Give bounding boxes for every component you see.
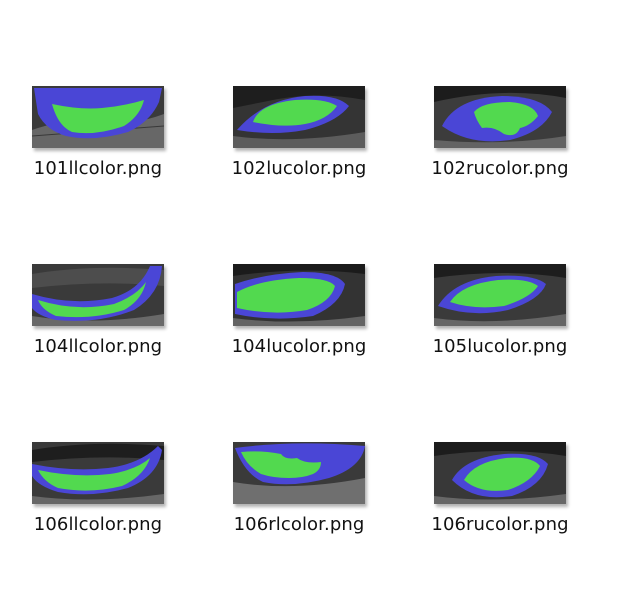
file-name-label: 106rucolor.png [431,514,569,535]
thumbnail-image[interactable] [32,86,164,148]
eye-mask-thumbnail [32,86,164,148]
thumbnail-image[interactable] [32,264,164,326]
file-item-101llcolor[interactable]: 101llcolor.png [3,86,193,216]
thumbnail-image[interactable] [434,86,566,148]
file-item-105lucolor[interactable]: 105lucolor.png [405,264,595,394]
eye-mask-thumbnail [233,442,365,504]
eye-mask-thumbnail [434,442,566,504]
file-item-106llcolor[interactable]: 106llcolor.png [3,442,193,572]
thumbnail-image[interactable] [434,442,566,504]
thumbnail-image[interactable] [434,264,566,326]
eye-mask-thumbnail [233,86,365,148]
file-item-102lucolor[interactable]: 102lucolor.png [204,86,394,216]
file-item-102rucolor[interactable]: 102rucolor.png [405,86,595,216]
eye-mask-thumbnail [32,264,164,326]
file-item-106rlcolor[interactable]: 106rlcolor.png [204,442,394,572]
thumbnail-image[interactable] [233,86,365,148]
file-item-104lucolor[interactable]: 104lucolor.png [204,264,394,394]
file-name-label: 104llcolor.png [33,336,163,357]
file-name-label: 106llcolor.png [33,514,163,535]
eye-mask-thumbnail [434,86,566,148]
file-name-label: 101llcolor.png [33,158,163,179]
eye-mask-thumbnail [32,442,164,504]
file-name-label: 104lucolor.png [231,336,367,357]
file-name-label: 105lucolor.png [432,336,568,357]
eye-mask-thumbnail [434,264,566,326]
eye-mask-thumbnail [233,264,365,326]
file-item-104llcolor[interactable]: 104llcolor.png [3,264,193,394]
thumbnail-image[interactable] [32,442,164,504]
thumbnail-image[interactable] [233,442,365,504]
file-name-label: 102lucolor.png [231,158,367,179]
file-name-label: 102rucolor.png [431,158,569,179]
file-name-label: 106rlcolor.png [233,514,365,535]
file-grid: 101llcolor.png 102lucolor.png 102rucolor [0,0,624,590]
file-item-106rucolor[interactable]: 106rucolor.png [405,442,595,572]
thumbnail-image[interactable] [233,264,365,326]
